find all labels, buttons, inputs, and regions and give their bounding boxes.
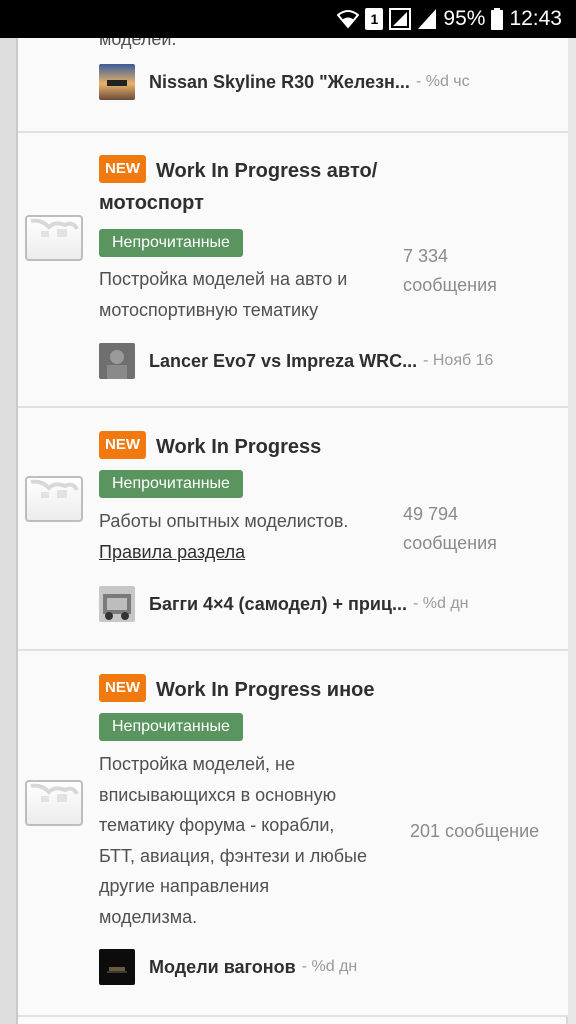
new-badge: NEW xyxy=(99,431,146,459)
avatar xyxy=(99,64,135,100)
battery-percent: 95% xyxy=(443,7,486,30)
sim-icon: 1 xyxy=(365,8,384,30)
rules-link[interactable]: Правила раздела xyxy=(99,542,245,562)
message-count: 201 сообщение xyxy=(410,821,540,841)
forum-node-partial[interactable]: моделей. Nissan Skyline R30 "Железн... -… xyxy=(18,38,568,133)
node-description: Постройка моделей на авто и мотоспортивн… xyxy=(99,269,348,320)
last-post-row[interactable]: Модели вагонов - %d дн xyxy=(99,949,357,985)
signal-icon xyxy=(389,8,412,30)
forum-node[interactable]: NEW Work In Progress авто/ мотоспорт Неп… xyxy=(18,133,568,408)
forum-node[interactable]: NEW Work In Progress иное Непрочитанные … xyxy=(18,651,568,1017)
node-title[interactable]: Work In Progress xyxy=(156,431,321,463)
forum-node-icon xyxy=(25,476,83,522)
forum-icon xyxy=(30,218,79,237)
last-post-row[interactable]: Lancer Evo7 vs Impreza WRC... - Нояб 16 xyxy=(99,343,493,379)
last-post-title[interactable]: Багги 4×4 (самодел) + приц... xyxy=(149,594,407,615)
node-description: моделей. xyxy=(99,38,177,49)
last-post-title[interactable]: Lancer Evo7 vs Impreza WRC... xyxy=(149,351,417,372)
last-post-row[interactable]: Багги 4×4 (самодел) + приц... - %d дн xyxy=(99,586,469,622)
clock: 12:43 xyxy=(509,7,562,30)
unread-badge[interactable]: Непрочитанные xyxy=(99,470,243,498)
forum-list-container: моделей. Nissan Skyline R30 "Железн... -… xyxy=(0,38,576,1024)
forum-node-icon xyxy=(25,215,83,261)
last-post-title[interactable]: Nissan Skyline R30 "Железн... xyxy=(149,72,410,93)
avatar xyxy=(99,949,135,985)
last-post-row[interactable]: Nissan Skyline R30 "Железн... - %d чс xyxy=(99,64,470,100)
new-badge: NEW xyxy=(99,674,146,702)
avatar xyxy=(99,586,135,622)
last-post-time: - Нояб 16 xyxy=(423,352,494,369)
status-bar: 1 95% 12:43 xyxy=(0,0,576,38)
unread-badge[interactable]: Непрочитанные xyxy=(99,229,243,257)
node-title[interactable]: Work In Progress авто/ xyxy=(156,155,377,187)
forum-node-list: моделей. Nissan Skyline R30 "Железн... -… xyxy=(18,38,568,1024)
last-post-time: - %d дн xyxy=(413,595,469,612)
forum-icon xyxy=(30,783,79,802)
last-post-time: - %d дн xyxy=(301,958,358,975)
last-post-time: - %d чс xyxy=(415,73,470,90)
new-badge: NEW xyxy=(99,155,146,183)
forum-node[interactable]: NEW Work In Progress Непрочитанные Работ… xyxy=(18,408,568,651)
battery-icon xyxy=(491,8,504,30)
node-title[interactable]: Work In Progress иное xyxy=(156,674,375,706)
avatar xyxy=(99,343,135,379)
node-description: Постройка моделей, не вписывающихся в ос… xyxy=(99,754,367,927)
message-count: 49 794 сообщения xyxy=(403,504,497,553)
wifi-icon xyxy=(337,10,360,29)
forum-icon xyxy=(30,479,79,498)
last-post-title[interactable]: Модели вагонов xyxy=(149,957,296,978)
unread-badge[interactable]: Непрочитанные xyxy=(99,713,243,741)
left-rail xyxy=(0,38,18,1024)
message-count: 7 334 сообщения xyxy=(403,246,497,295)
forum-node-icon xyxy=(25,780,83,826)
node-title-line2[interactable]: мотоспорт xyxy=(99,187,204,219)
signal-strength-icon xyxy=(418,9,437,29)
node-description: Работы опытных моделистов. Правила разде… xyxy=(99,511,349,562)
